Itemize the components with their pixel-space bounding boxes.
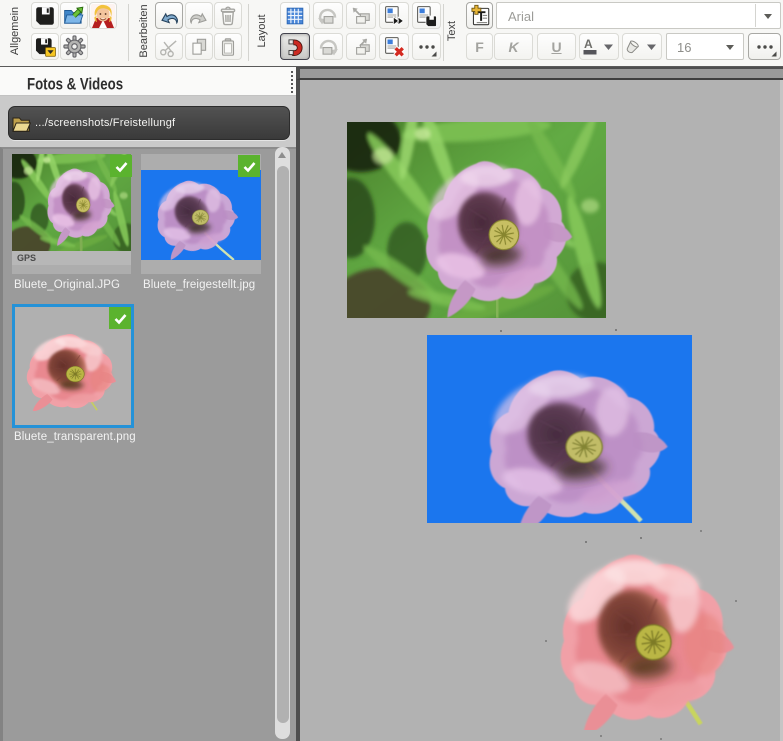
svg-text:A: A (584, 37, 593, 51)
